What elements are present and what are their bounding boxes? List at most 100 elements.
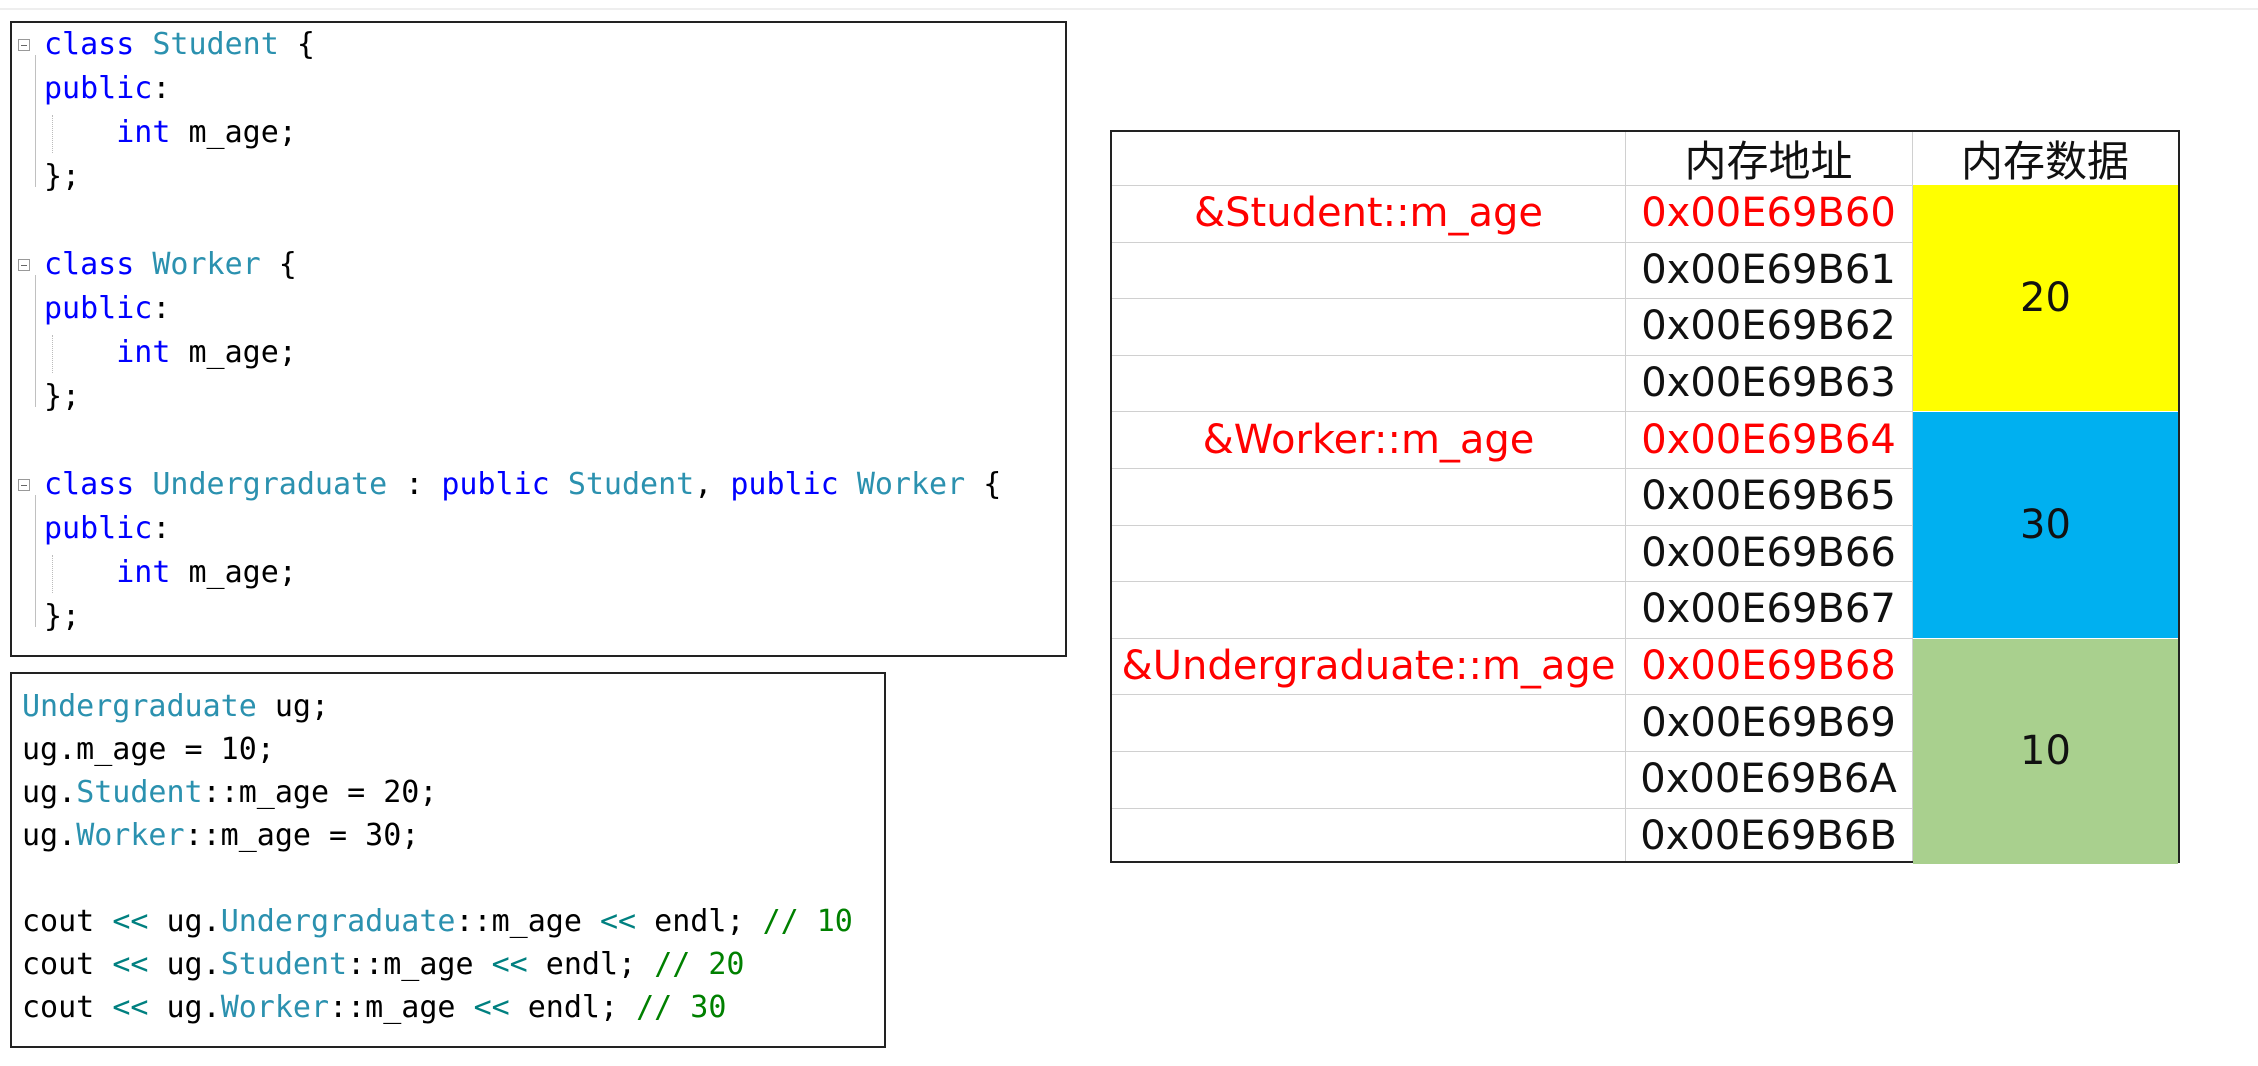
member-address-label: &Worker::m_age — [1202, 416, 1535, 463]
code-token: endl; — [636, 904, 763, 939]
collapse-toggle-icon[interactable] — [16, 247, 36, 291]
code-token: { — [965, 467, 1002, 502]
code-token: { — [278, 27, 315, 62]
code-line: ug.Student::m_age = 20; — [22, 771, 437, 814]
code-token: { — [260, 247, 297, 282]
member-address-label — [1112, 808, 1625, 865]
member-address-label — [1112, 525, 1625, 582]
memory-data-block: 20 — [1913, 185, 2178, 412]
code-token: ug. — [22, 775, 77, 810]
code-token: }; — [44, 159, 81, 194]
code-token: class — [44, 27, 135, 62]
code-token: : — [387, 467, 442, 502]
memory-address: 0x00E69B6B — [1640, 812, 1897, 859]
code-line: public: — [44, 507, 170, 551]
code-token: Worker — [152, 247, 261, 282]
member-address-label — [1112, 694, 1625, 751]
code-token: public — [44, 71, 153, 106]
code-line: }; — [44, 375, 80, 419]
memory-address: 0x00E69B67 — [1641, 586, 1896, 633]
indent-guide — [52, 555, 53, 593]
code-token: ::m_age = 20; — [202, 775, 438, 810]
code-token: ::m_age — [329, 990, 474, 1025]
code-token: ::m_age = 30; — [184, 818, 420, 853]
code-token: int — [116, 115, 171, 150]
code-token: }; — [44, 379, 81, 414]
code-line: ug.Worker::m_age = 30; — [22, 814, 419, 857]
collapse-toggle-icon[interactable] — [16, 467, 36, 511]
code-line: class Undergraduate : public Student, pu… — [44, 463, 1001, 507]
code-token: public — [44, 291, 153, 326]
code-token: }; — [44, 599, 81, 634]
code-line: int m_age; — [44, 331, 297, 375]
code-token: class — [44, 247, 135, 282]
member-address-label — [1112, 581, 1625, 638]
code-token: << — [600, 904, 637, 939]
code-token: endl; — [509, 990, 637, 1025]
code-token: ug.m_age = 10; — [22, 732, 275, 767]
outline-guide — [35, 495, 36, 627]
member-address-label — [1112, 355, 1625, 412]
memory-address: 0x00E69B64 — [1641, 416, 1896, 463]
indent-guide — [52, 335, 53, 373]
code-token: m_age; — [170, 115, 297, 150]
code-token: Student — [220, 947, 348, 982]
code-token: m_age; — [170, 335, 297, 370]
header-address: 内存地址 — [1684, 137, 1853, 186]
header-data: 内存数据 — [1960, 137, 2129, 186]
collapse-toggle-icon[interactable] — [16, 27, 36, 71]
code-token: ug; — [256, 689, 330, 724]
code-token: << — [473, 990, 510, 1025]
code-token: ug. — [148, 947, 221, 982]
code-token: class — [44, 467, 135, 502]
code-line: ug.m_age = 10; — [22, 728, 275, 771]
outline-guide — [35, 275, 36, 407]
code-line: class Worker { — [44, 243, 297, 287]
code-token: Undergraduate — [220, 904, 456, 939]
outline-guide — [35, 55, 36, 187]
memory-address: 0x00E69B6A — [1640, 756, 1897, 803]
memory-address: 0x00E69B62 — [1641, 303, 1896, 350]
code-token: // 20 — [654, 947, 745, 982]
code-token: : — [152, 71, 171, 106]
member-address-label — [1112, 242, 1625, 299]
code-token: endl; — [527, 947, 655, 982]
code-token: // 30 — [636, 990, 727, 1025]
memory-address: 0x00E69B60 — [1641, 190, 1896, 237]
member-address-label — [1112, 468, 1625, 525]
memory-address: 0x00E69B66 — [1641, 529, 1896, 576]
code-token: // 10 — [762, 904, 853, 939]
code-token: ::m_age — [455, 904, 600, 939]
code-token: , — [694, 467, 731, 502]
indent-guide — [52, 115, 53, 153]
code-line: }; — [44, 155, 80, 199]
code-token: Undergraduate — [22, 689, 257, 724]
code-token: cout — [22, 990, 113, 1025]
memory-address: 0x00E69B65 — [1641, 473, 1896, 520]
code-token: ug. — [148, 990, 221, 1025]
code-line: public: — [44, 287, 170, 331]
code-line: cout << ug.Undergraduate::m_age << endl;… — [22, 900, 853, 943]
member-address-label — [1112, 298, 1625, 355]
code-line: int m_age; — [44, 111, 297, 155]
code-token: Worker — [76, 818, 185, 853]
code-line: Undergraduate ug; — [22, 685, 329, 728]
code-token: int — [116, 335, 171, 370]
code-line: cout << ug.Worker::m_age << endl; // 30 — [22, 986, 726, 1029]
code-token: int — [116, 555, 171, 590]
code-line: }; — [44, 595, 80, 639]
code-token: ug. — [22, 818, 77, 853]
code-line: public: — [44, 67, 170, 111]
code-token: Student — [567, 467, 695, 502]
code-token: : — [152, 291, 171, 326]
memory-address: 0x00E69B63 — [1641, 360, 1896, 407]
code-token: Student — [76, 775, 203, 810]
code-token: ::m_age — [347, 947, 492, 982]
member-address-label — [1112, 751, 1625, 808]
